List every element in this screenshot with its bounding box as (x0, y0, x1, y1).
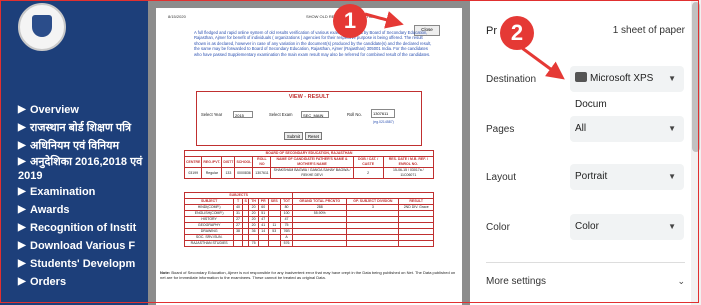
annotation-arrows (364, 11, 565, 80)
step-1-badge: 1 (333, 4, 367, 38)
arrow-to-close (364, 11, 404, 29)
arrow-to-destination (521, 46, 565, 80)
step-2-badge: 2 (500, 16, 534, 50)
